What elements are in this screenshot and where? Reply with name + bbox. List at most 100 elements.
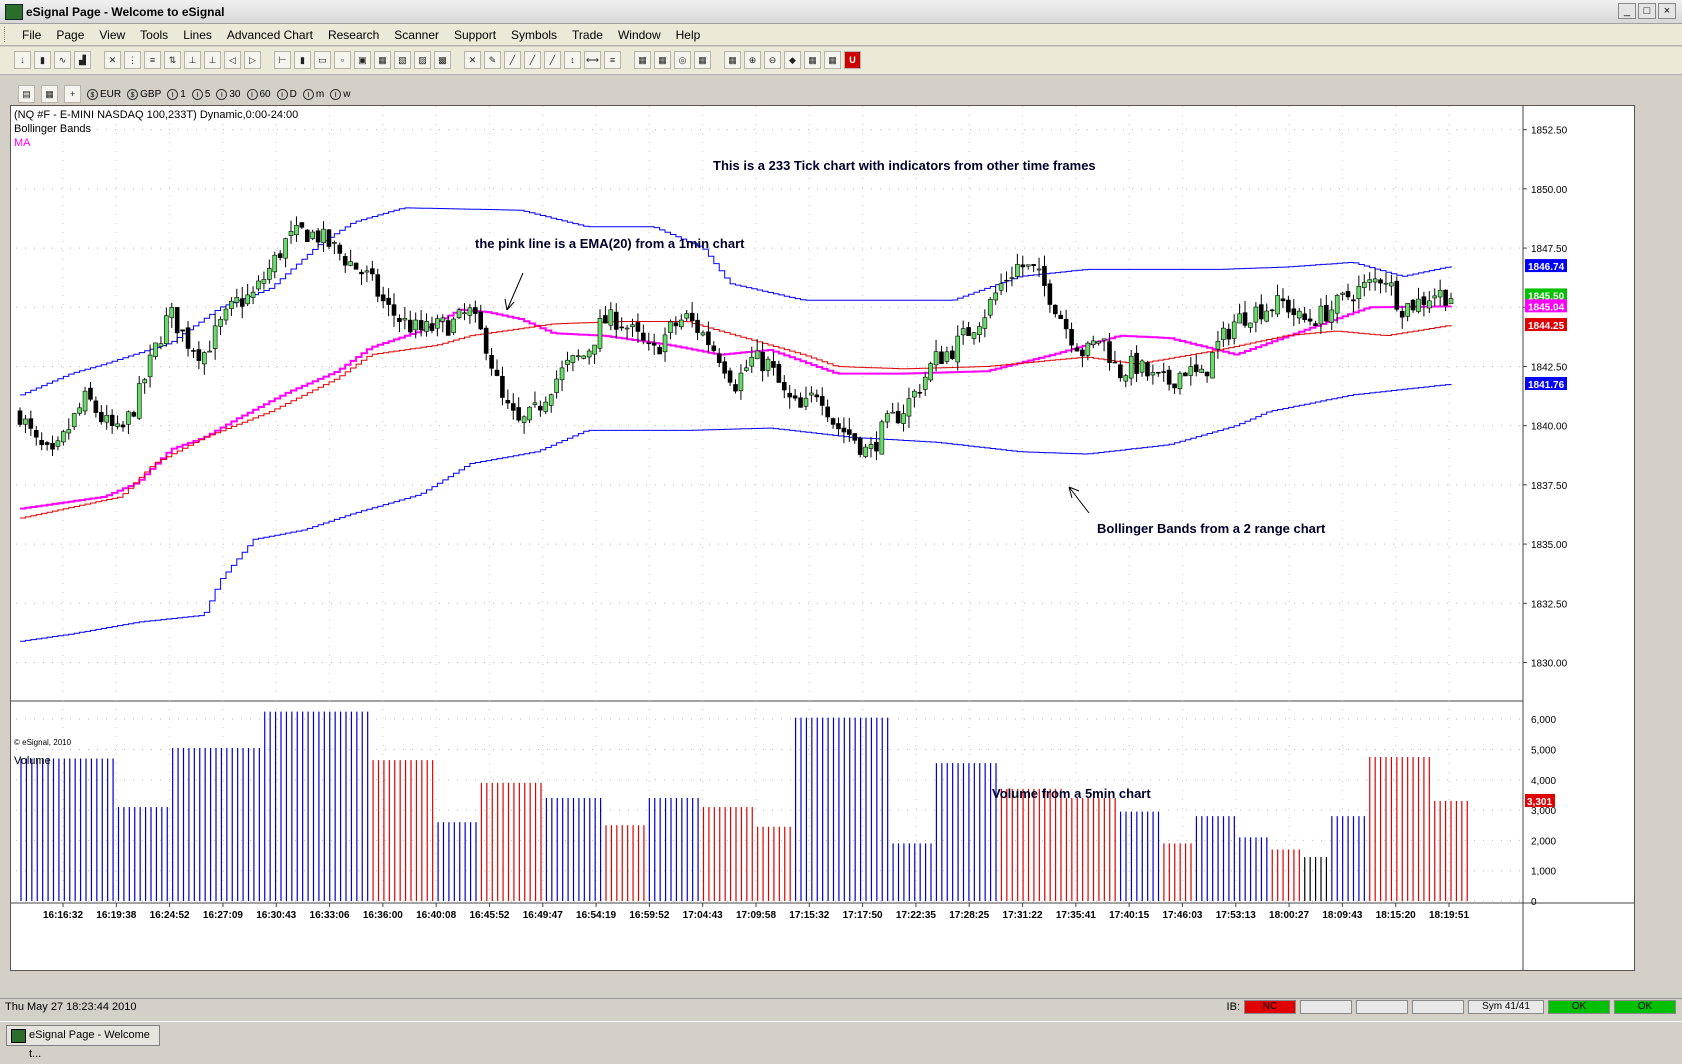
- candle-body: [1242, 312, 1248, 326]
- candle-body: [538, 405, 543, 411]
- crosshair-icon[interactable]: ✕: [464, 51, 481, 69]
- time-tick-label: 17:04:43: [683, 910, 723, 921]
- candle-body: [879, 421, 885, 455]
- candle-body: [402, 317, 408, 321]
- volume-tick-label: 0: [1531, 897, 1537, 908]
- menu-item-file[interactable]: File: [22, 28, 41, 42]
- candle-body: [630, 324, 635, 328]
- layout-icon[interactable]: ▦: [724, 51, 741, 69]
- candle-body: [1389, 282, 1394, 287]
- vertical-line-icon[interactable]: ↕: [564, 51, 581, 69]
- tick-icon[interactable]: ⊥: [204, 51, 221, 69]
- interval-5[interactable]: I5: [191, 88, 210, 100]
- print-icon[interactable]: ▧: [394, 51, 411, 69]
- dots-icon[interactable]: ⋮: [124, 51, 141, 69]
- candle-body: [1210, 352, 1215, 379]
- menu-item-symbols[interactable]: Symbols: [511, 28, 557, 42]
- interval-1[interactable]: I1: [167, 88, 186, 100]
- menu-item-scanner[interactable]: Scanner: [394, 28, 439, 42]
- window-title: eSignal Page - Welcome to eSignal: [26, 5, 225, 19]
- candle-body: [407, 319, 413, 333]
- candle-body: [1085, 342, 1091, 356]
- interval-eur[interactable]: $ EUR: [87, 88, 121, 100]
- bars-icon[interactable]: ≡: [144, 51, 161, 69]
- paste-icon[interactable]: ▦: [374, 51, 391, 69]
- chart-icon[interactable]: ▤: [18, 85, 35, 103]
- cross-icon[interactable]: ✕: [104, 51, 121, 69]
- color-icon[interactable]: ▮: [294, 51, 311, 69]
- candle-body: [1340, 292, 1345, 295]
- box-icon[interactable]: ▭: [314, 51, 331, 69]
- interval-d[interactable]: ID: [276, 88, 297, 100]
- interval-60[interactable]: I 60: [246, 88, 271, 100]
- interval-30[interactable]: I 30: [216, 88, 241, 100]
- channel-icon[interactable]: ≡: [604, 51, 621, 69]
- candle-body: [28, 418, 34, 429]
- add-icon[interactable]: +: [64, 85, 81, 103]
- fib-ext-icon[interactable]: ▦: [654, 51, 671, 69]
- interval-m[interactable]: Im: [302, 88, 324, 100]
- interval-w[interactable]: Iw: [330, 88, 350, 100]
- area-chart-icon[interactable]: ▟: [74, 51, 91, 69]
- bar-icon[interactable]: ▮: [34, 51, 51, 69]
- menu-item-lines[interactable]: Lines: [183, 28, 212, 42]
- grid-icon[interactable]: ▦: [41, 85, 58, 103]
- chart-canvas[interactable]: 1852.501850.001847.501845.001842.501840.…: [11, 106, 1634, 970]
- close-button[interactable]: ×: [1658, 3, 1676, 19]
- copy-icon[interactable]: ▣: [354, 51, 371, 69]
- grid-icon[interactable]: ▦: [804, 51, 821, 69]
- zoom-out-icon[interactable]: ⊖: [764, 51, 781, 69]
- candle-body: [836, 423, 841, 430]
- tick-icon[interactable]: ⊥: [184, 51, 201, 69]
- candle-body: [581, 355, 587, 359]
- diamond-icon[interactable]: ◆: [784, 51, 801, 69]
- candle-body: [364, 270, 370, 273]
- fib-ret-icon[interactable]: ▦: [634, 51, 651, 69]
- candle-body: [543, 401, 549, 412]
- candle-body: [435, 318, 440, 329]
- menu-item-advanced-chart[interactable]: Advanced Chart: [227, 28, 313, 42]
- right-icon[interactable]: ▷: [244, 51, 261, 69]
- menu-item-help[interactable]: Help: [676, 28, 701, 42]
- sort-icon[interactable]: ⇅: [164, 51, 181, 69]
- menu-item-research[interactable]: Research: [328, 28, 379, 42]
- ray-icon[interactable]: ╱: [524, 51, 541, 69]
- indicator-line: [20, 384, 1452, 642]
- sheet-icon[interactable]: ▦: [824, 51, 841, 69]
- candle-body: [624, 327, 630, 330]
- buy-icon[interactable]: ▨: [414, 51, 431, 69]
- reset-icon[interactable]: ▫: [334, 51, 351, 69]
- taskbar-item-esignal[interactable]: eSignal Page - Welcome t...: [6, 1025, 160, 1060]
- pencil-icon[interactable]: ✎: [484, 51, 501, 69]
- trendline-icon[interactable]: ╱: [504, 51, 521, 69]
- magnet-icon[interactable]: U: [844, 51, 861, 69]
- fib-circle-icon[interactable]: ◎: [674, 51, 691, 69]
- candle-body: [93, 400, 99, 413]
- interval-gbp[interactable]: $ GBP: [127, 88, 161, 100]
- menu-item-window[interactable]: Window: [618, 28, 661, 42]
- maximize-button[interactable]: □: [1638, 3, 1656, 19]
- candle-body: [819, 396, 825, 406]
- menu-item-page[interactable]: Page: [56, 28, 84, 42]
- sell-icon[interactable]: ▩: [434, 51, 451, 69]
- candle-body: [1118, 364, 1123, 379]
- candle-body: [126, 411, 131, 425]
- menu-item-trade[interactable]: Trade: [572, 28, 603, 42]
- menu-item-tools[interactable]: Tools: [140, 28, 168, 42]
- extend-icon[interactable]: ╱: [544, 51, 561, 69]
- candle-body: [1269, 309, 1275, 312]
- menu-item-view[interactable]: View: [99, 28, 125, 42]
- candle-body: [933, 351, 939, 366]
- zoom-in-icon[interactable]: ⊕: [744, 51, 761, 69]
- status-cell: [1300, 1000, 1352, 1014]
- horizontal-line-icon[interactable]: ⟷: [584, 51, 601, 69]
- bracket-icon[interactable]: ⊢: [274, 51, 291, 69]
- cursor-icon[interactable]: ↓: [14, 51, 31, 69]
- time-tick-label: 16:33:06: [310, 910, 350, 921]
- minimize-button[interactable]: _: [1618, 3, 1636, 19]
- line-chart-icon[interactable]: ∿: [54, 51, 71, 69]
- chart-window[interactable]: 1852.501850.001847.501845.001842.501840.…: [10, 105, 1635, 971]
- menu-item-support[interactable]: Support: [454, 28, 496, 42]
- fib-time-icon[interactable]: ▦: [694, 51, 711, 69]
- left-icon[interactable]: ◁: [224, 51, 241, 69]
